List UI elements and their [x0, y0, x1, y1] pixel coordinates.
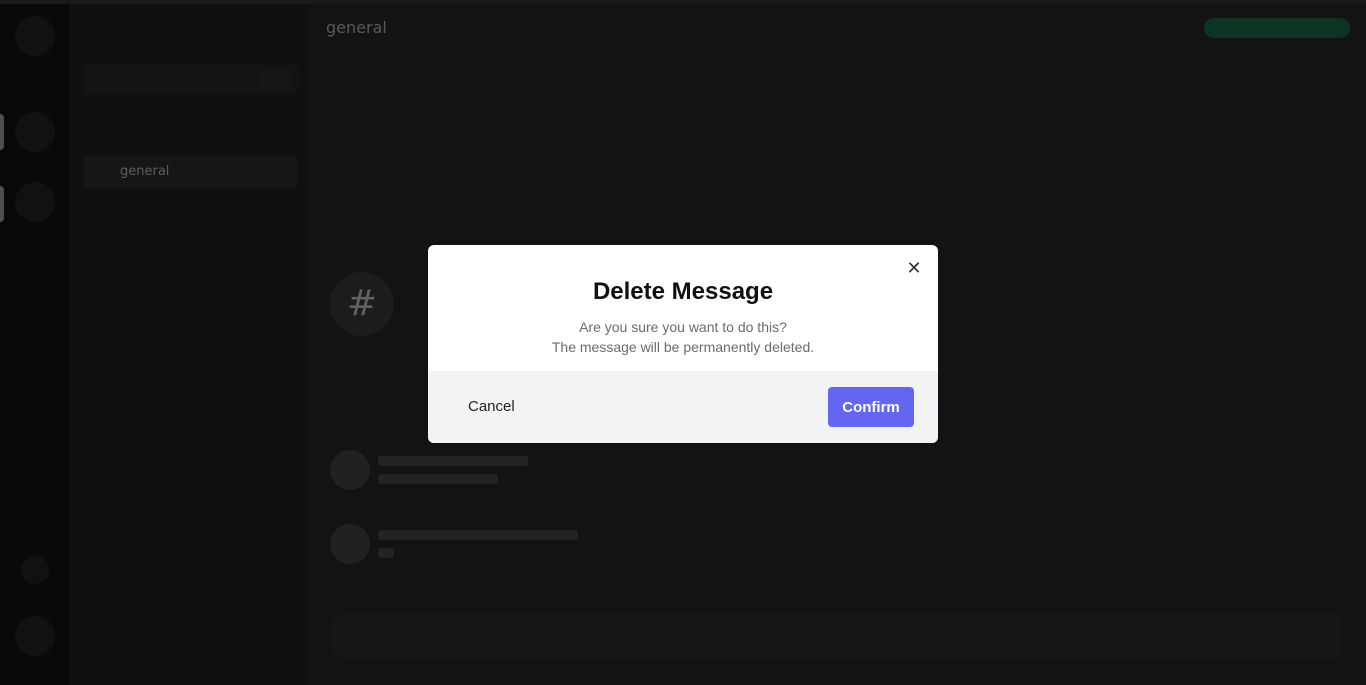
cancel-button[interactable]: Cancel [454, 390, 529, 422]
dialog-description: Are you sure you want to do this? The me… [428, 317, 938, 357]
delete-message-dialog: ✕ Delete Message Are you sure you want t… [428, 245, 938, 443]
dialog-description-line: Are you sure you want to do this? [579, 319, 787, 335]
close-icon[interactable]: ✕ [904, 259, 924, 279]
confirm-button[interactable]: Confirm [828, 387, 914, 427]
dialog-footer: Cancel Confirm [428, 371, 938, 443]
dialog-description-line: The message will be permanently deleted. [551, 339, 815, 355]
dialog-title: Delete Message [592, 278, 774, 305]
